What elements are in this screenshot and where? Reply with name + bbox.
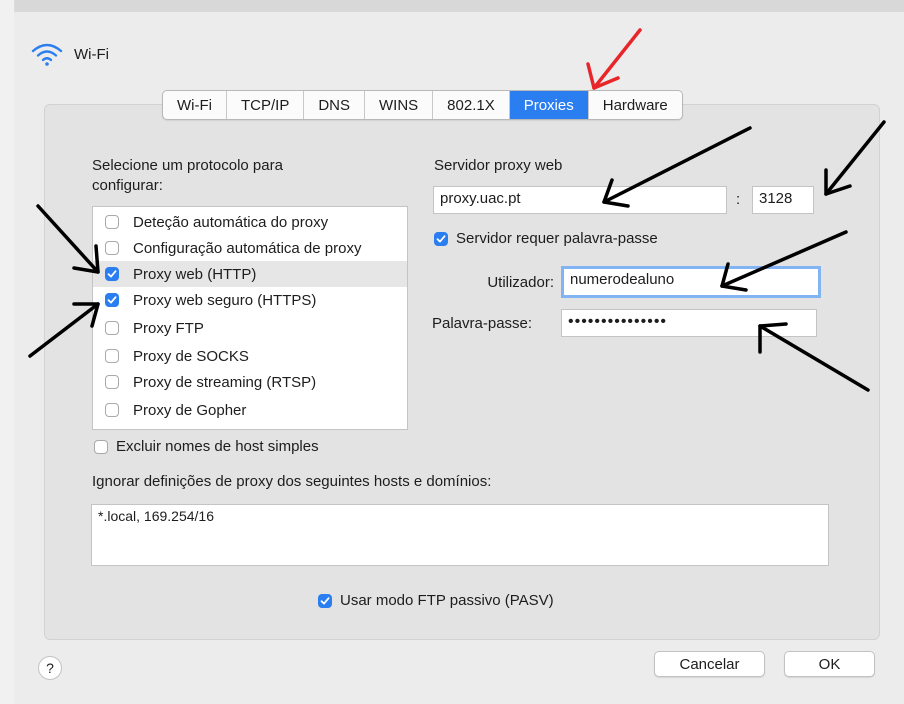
checkbox-checked[interactable] <box>318 593 332 608</box>
protocol-row-rtsp[interactable]: Proxy de streaming (RTSP) <box>93 369 407 395</box>
checkbox[interactable] <box>105 403 119 417</box>
passive-ftp-label: Usar modo FTP passivo (PASV) <box>340 592 554 609</box>
wifi-icon <box>30 42 64 66</box>
tab-bar: Wi-Fi TCP/IP DNS WINS 802.1X Proxies Har… <box>162 90 683 120</box>
checkbox[interactable] <box>105 375 119 389</box>
protocol-list: Deteção automática do proxy Configuração… <box>92 206 408 430</box>
password-input[interactable]: ••••••••••••••• <box>561 309 817 337</box>
tab-dns[interactable]: DNS <box>304 91 365 119</box>
protocol-label: Deteção automática do proxy <box>133 213 329 231</box>
checkmark-icon <box>436 234 446 242</box>
background-window-edge <box>0 0 15 704</box>
exclude-simple-hosts-label: Excluir nomes de host simples <box>116 438 319 455</box>
protocol-label: Proxy de Gopher <box>133 401 247 419</box>
protocol-heading-line2: configurar: <box>92 177 163 194</box>
tab-wifi[interactable]: Wi-Fi <box>163 91 227 119</box>
proxy-server-label: Servidor proxy web <box>434 157 563 174</box>
cancel-button[interactable]: Cancelar <box>654 651 765 677</box>
window-title: Wi-Fi <box>30 40 109 68</box>
proxy-server-input[interactable]: proxy.uac.pt <box>433 186 727 214</box>
checkbox[interactable] <box>105 349 119 363</box>
requires-password-label: Servidor requer palavra-passe <box>456 230 658 247</box>
proxy-port-input[interactable]: 3128 <box>752 186 814 214</box>
protocol-row-socks[interactable]: Proxy de SOCKS <box>93 343 407 369</box>
protocol-row-http[interactable]: Proxy web (HTTP) <box>93 261 407 287</box>
protocol-heading-line1: Selecione um protocolo para <box>92 157 283 174</box>
passive-ftp-option[interactable]: Usar modo FTP passivo (PASV) <box>318 592 554 609</box>
tab-8021x[interactable]: 802.1X <box>433 91 510 119</box>
checkbox[interactable] <box>105 321 119 335</box>
window-title-text: Wi-Fi <box>74 45 109 63</box>
protocol-label: Proxy de streaming (RTSP) <box>133 373 317 391</box>
bypass-label: Ignorar definições de proxy dos seguinte… <box>92 473 492 490</box>
protocol-label: Configuração automática de proxy <box>133 239 362 257</box>
protocol-label: Proxy web seguro (HTTPS) <box>133 291 317 309</box>
protocol-row-auto-config[interactable]: Configuração automática de proxy <box>93 235 407 261</box>
checkmark-icon <box>107 296 117 304</box>
checkbox[interactable] <box>94 439 108 454</box>
checkmark-icon <box>107 270 117 278</box>
protocol-label: Proxy FTP <box>133 319 204 337</box>
checkbox-checked[interactable] <box>105 293 119 307</box>
checkbox[interactable] <box>105 241 119 255</box>
exclude-simple-hosts-option[interactable]: Excluir nomes de host simples <box>94 438 319 455</box>
requires-password-option[interactable]: Servidor requer palavra-passe <box>434 230 658 247</box>
username-input[interactable]: numerodealuno <box>561 266 821 298</box>
port-separator: : <box>736 191 741 208</box>
tab-wins[interactable]: WINS <box>365 91 434 119</box>
tab-proxies[interactable]: Proxies <box>509 91 589 119</box>
top-strip <box>0 0 904 12</box>
checkbox-checked[interactable] <box>434 231 448 246</box>
password-label: Palavra-passe: <box>432 315 533 332</box>
checkbox[interactable] <box>105 215 119 229</box>
checkmark-icon <box>320 596 330 604</box>
bypass-hosts-textarea[interactable]: *.local, 169.254/16 <box>91 504 829 566</box>
protocol-label: Proxy web (HTTP) <box>133 265 257 283</box>
protocol-label: Proxy de SOCKS <box>133 347 249 365</box>
protocol-row-gopher[interactable]: Proxy de Gopher <box>93 397 407 423</box>
protocol-row-https[interactable]: Proxy web seguro (HTTPS) <box>93 287 407 313</box>
tab-tcpip[interactable]: TCP/IP <box>227 91 305 119</box>
protocol-row-auto-detect[interactable]: Deteção automática do proxy <box>93 209 407 235</box>
tab-hardware[interactable]: Hardware <box>589 91 682 119</box>
help-button[interactable]: ? <box>38 656 62 680</box>
protocol-row-ftp[interactable]: Proxy FTP <box>93 315 407 341</box>
username-label: Utilizador: <box>487 274 554 291</box>
ok-button[interactable]: OK <box>784 651 875 677</box>
checkbox-checked[interactable] <box>105 267 119 281</box>
